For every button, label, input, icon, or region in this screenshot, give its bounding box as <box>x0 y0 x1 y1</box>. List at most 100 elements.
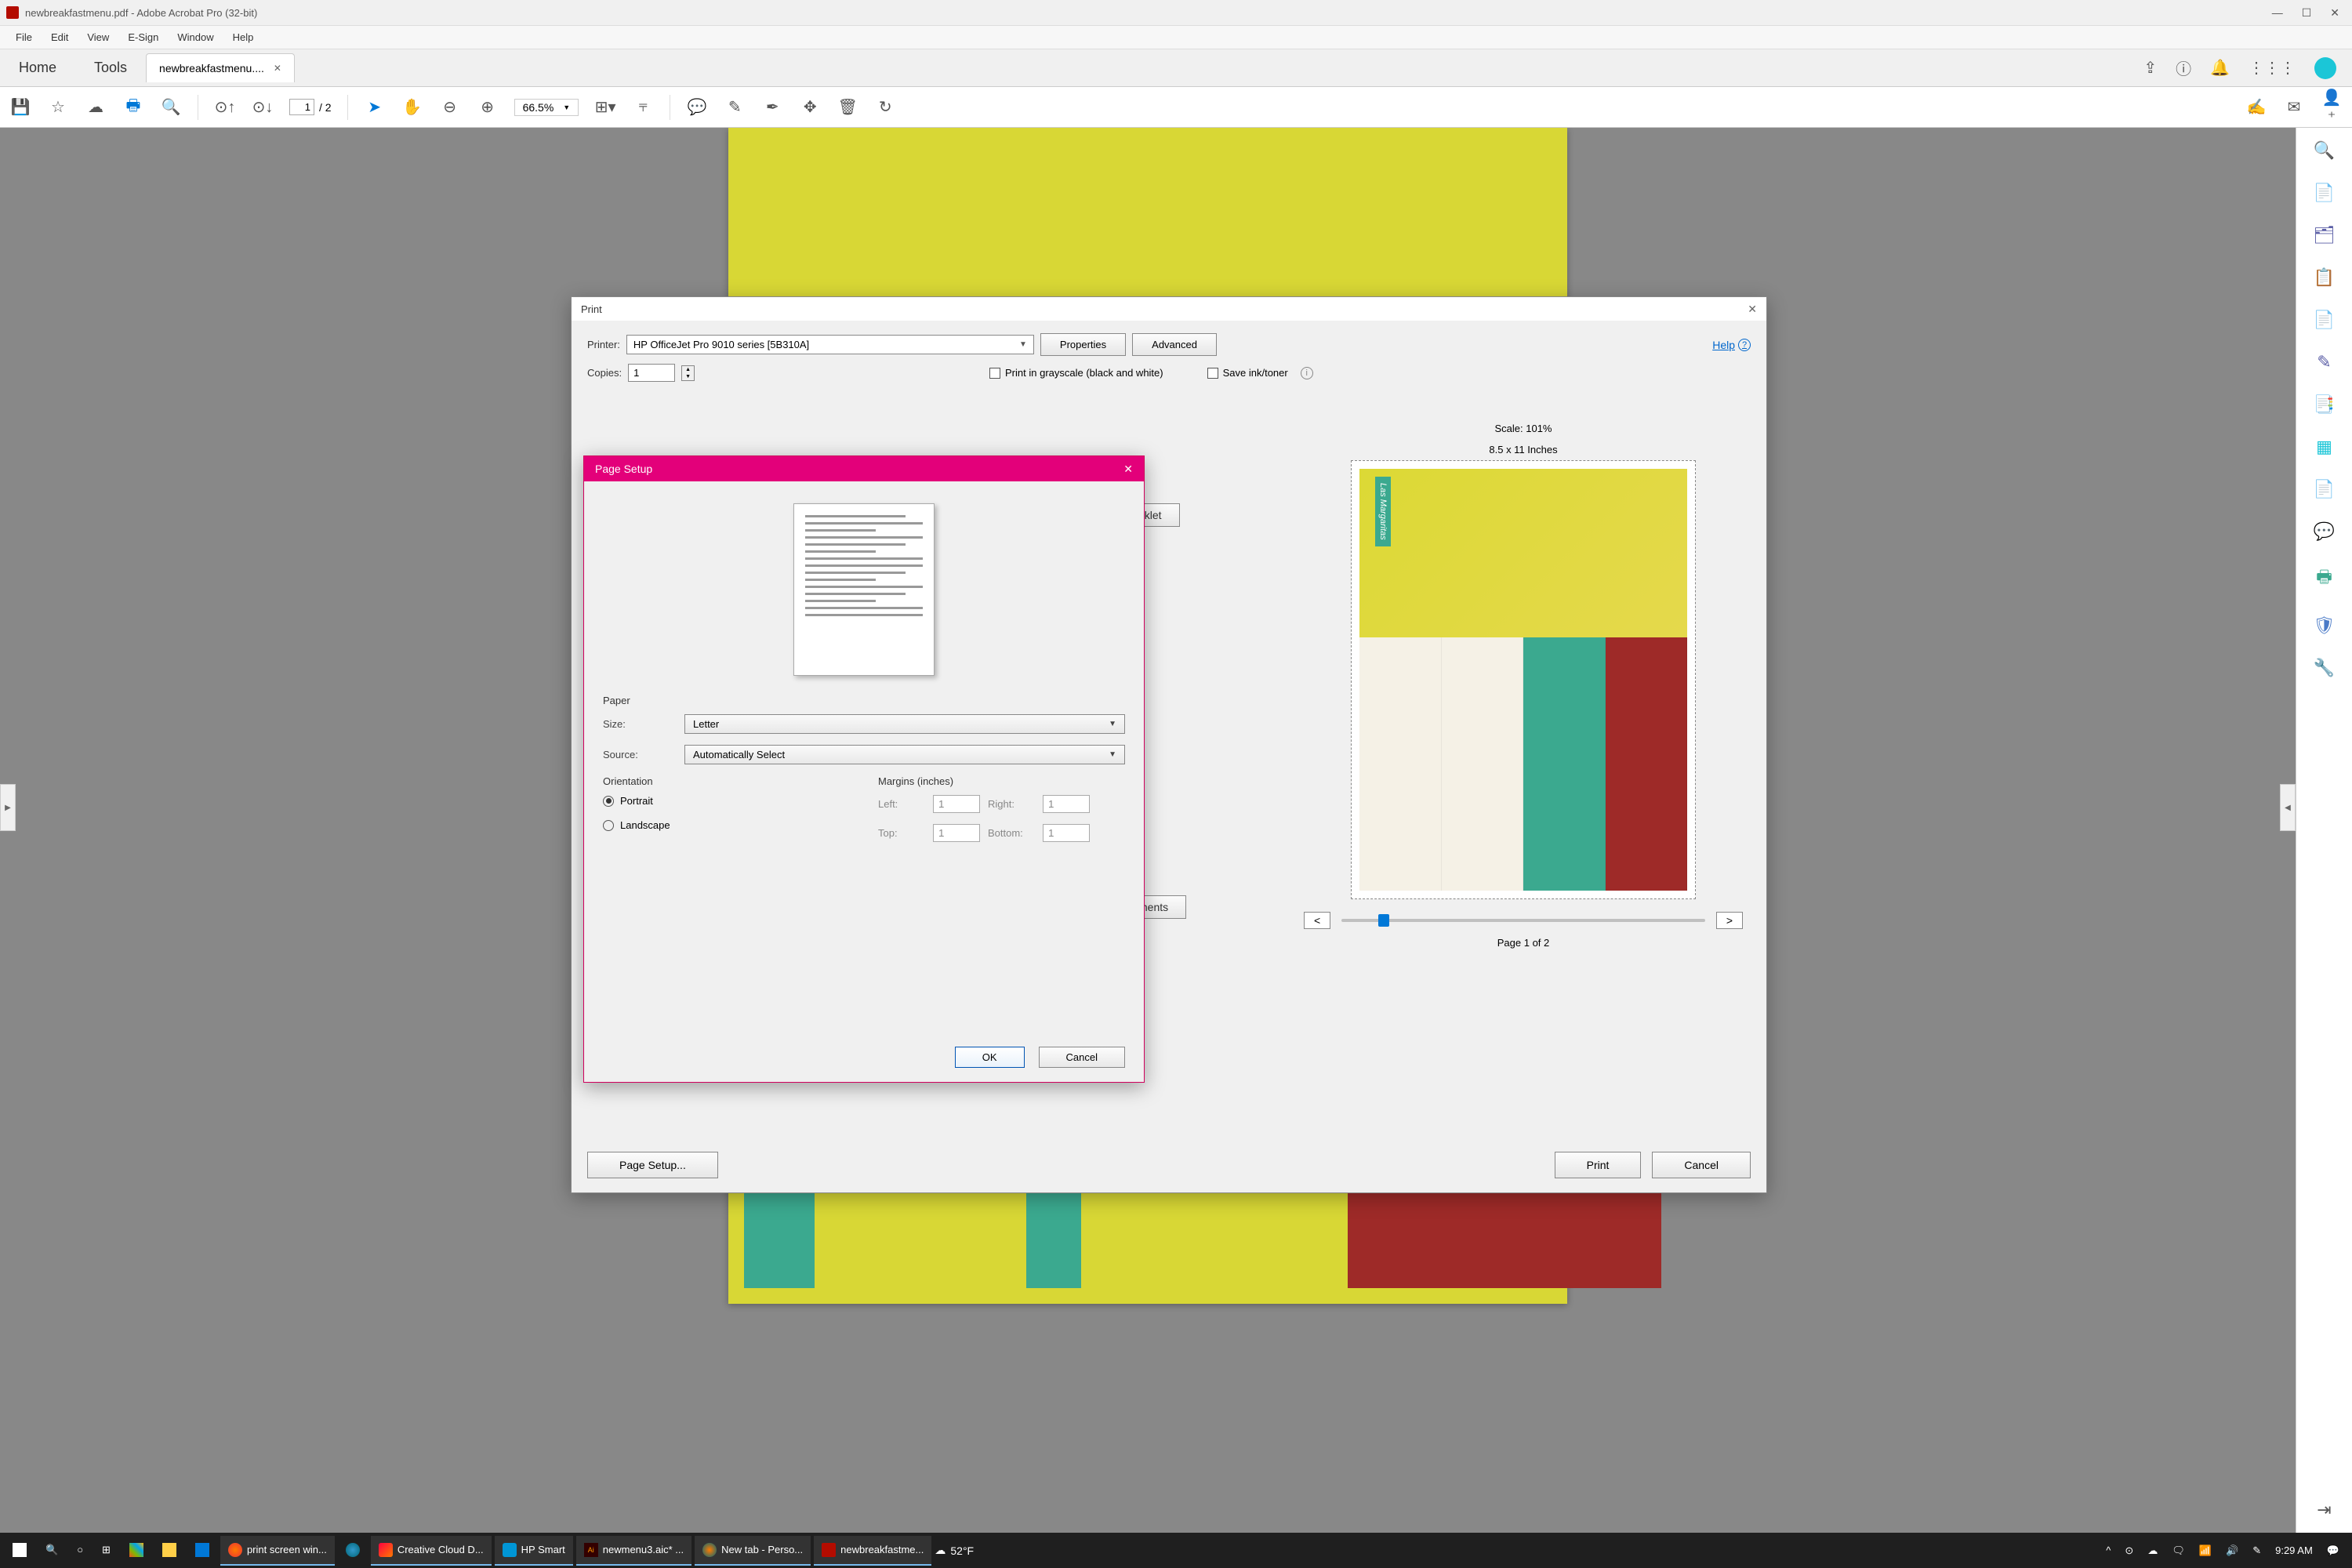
tray-onedrive-icon[interactable]: ☁ <box>2147 1544 2158 1557</box>
print-button[interactable]: Print <box>1555 1152 1642 1178</box>
tray-meet-icon[interactable]: 🗨 <box>2172 1544 2185 1557</box>
print-icon[interactable]: 🖶 <box>122 94 144 121</box>
preview-next-button[interactable]: > <box>1716 912 1743 929</box>
source-dropdown[interactable]: Automatically Select ▼ <box>684 745 1125 764</box>
taskbar-explorer[interactable] <box>154 1536 184 1566</box>
preview-prev-button[interactable]: < <box>1304 912 1330 929</box>
page-down-icon[interactable]: ⊙↓ <box>252 97 274 117</box>
collapse-sidebar-icon[interactable]: ⇥ <box>2317 1500 2331 1520</box>
taskbar-illustrator[interactable]: Ai newmenu3.aic* ... <box>576 1536 691 1566</box>
signature-icon[interactable]: ✍ <box>2245 97 2267 117</box>
tray-location-icon[interactable]: ⊙ <box>2125 1544 2133 1557</box>
properties-button[interactable]: Properties <box>1040 333 1126 356</box>
email-icon[interactable]: ✉ <box>2283 97 2305 117</box>
sign-icon[interactable]: ✒ <box>761 97 783 117</box>
comment-icon[interactable]: 💬 <box>686 97 708 117</box>
info-icon[interactable]: i <box>1301 367 1313 379</box>
hand-icon[interactable]: ✋ <box>401 97 423 117</box>
portrait-radio[interactable]: Portrait <box>603 795 850 807</box>
delete-icon[interactable]: 🗑 <box>837 97 858 117</box>
menu-file[interactable]: File <box>6 28 42 46</box>
advanced-button[interactable]: Advanced <box>1132 333 1217 356</box>
tray-notifications-icon[interactable]: 💬 <box>2327 1544 2339 1557</box>
comment-tool-icon[interactable]: 💬 <box>2314 521 2335 542</box>
task-view-button[interactable]: ⊞ <box>94 1536 118 1566</box>
cortana-button[interactable]: ○ <box>69 1536 91 1566</box>
fit-width-icon[interactable]: ⊞▾ <box>594 97 616 117</box>
save-icon[interactable]: 💾 <box>9 97 31 117</box>
page-up-icon[interactable]: ⊙↑ <box>214 97 236 117</box>
cloud-upload-icon[interactable]: ☁ <box>85 97 107 117</box>
print-dialog-close-icon[interactable]: ✕ <box>1748 303 1757 316</box>
search-icon[interactable]: 🔍 <box>160 97 182 117</box>
tab-document[interactable]: newbreakfastmenu.... ✕ <box>146 53 295 82</box>
sign-tool-icon[interactable]: ✎ <box>2317 352 2331 372</box>
tray-pen-icon[interactable]: ✎ <box>2252 1544 2261 1557</box>
create-pdf-icon[interactable]: 📄 <box>2314 183 2335 203</box>
tray-volume-icon[interactable]: 🔊 <box>2226 1544 2238 1557</box>
taskbar-mail[interactable] <box>187 1536 217 1566</box>
notification-icon[interactable]: 🔔 <box>2210 58 2230 78</box>
pointer-icon[interactable]: ➤ <box>364 97 386 117</box>
help-icon[interactable]: ⓘ <box>2176 56 2191 79</box>
page-input[interactable] <box>289 99 314 115</box>
zoom-in-icon[interactable]: ⊕ <box>477 97 499 117</box>
user-avatar[interactable] <box>2314 57 2336 79</box>
menu-view[interactable]: View <box>78 28 118 46</box>
combine-icon[interactable]: 🗂 <box>2314 225 2336 245</box>
copies-input[interactable] <box>628 364 675 382</box>
page-setup-close-icon[interactable]: ✕ <box>1123 463 1133 476</box>
expand-right-panel[interactable]: ◀ <box>2280 784 2296 831</box>
tab-close-icon[interactable]: ✕ <box>274 63 281 74</box>
page-setup-button[interactable]: Page Setup... <box>587 1152 718 1178</box>
menu-window[interactable]: Window <box>168 28 223 46</box>
printer-dropdown[interactable]: HP OfficeJet Pro 9010 series [5B310A] ▼ <box>626 335 1034 354</box>
minimize-button[interactable]: — <box>2272 6 2283 20</box>
zoom-out-icon[interactable]: ⊖ <box>439 97 461 117</box>
compress-icon[interactable]: 🖶 <box>2316 564 2332 593</box>
menu-esign[interactable]: E-Sign <box>118 28 168 46</box>
copies-spinner[interactable]: ▲▼ <box>681 365 695 381</box>
close-button[interactable]: ✕ <box>2330 6 2339 20</box>
export-icon[interactable]: 📄 <box>2314 310 2335 330</box>
help-link[interactable]: Help ? <box>1712 339 1751 351</box>
share-icon[interactable]: ⇪ <box>2143 58 2157 78</box>
print-cancel-button[interactable]: Cancel <box>1652 1152 1751 1178</box>
edit-pdf-icon[interactable]: 📋 <box>2314 267 2335 288</box>
expand-left-panel[interactable]: ▶ <box>0 784 16 831</box>
shield-icon[interactable]: 🛡 <box>2314 615 2336 636</box>
organize-icon[interactable]: 📑 <box>2314 394 2335 415</box>
margin-left-input[interactable] <box>933 795 980 813</box>
share-people-icon[interactable]: 👤⁺ <box>2321 88 2343 127</box>
tab-tools[interactable]: Tools <box>75 50 146 85</box>
highlight-icon[interactable]: ✎ <box>724 97 746 117</box>
margin-right-input[interactable] <box>1043 795 1090 813</box>
margin-top-input[interactable] <box>933 824 980 842</box>
maximize-button[interactable]: ☐ <box>2302 6 2312 20</box>
search-button[interactable]: 🔍 <box>38 1536 66 1566</box>
taskbar-acrobat[interactable]: newbreakfastme... <box>814 1536 931 1566</box>
redact-icon[interactable]: ▦ <box>2316 437 2332 457</box>
margin-bottom-input[interactable] <box>1043 824 1090 842</box>
grayscale-checkbox[interactable]: Print in grayscale (black and white) <box>989 367 1163 379</box>
taskbar-edge[interactable] <box>338 1536 368 1566</box>
menu-help[interactable]: Help <box>223 28 263 46</box>
taskbar-printscreen[interactable]: print screen win... <box>220 1536 335 1566</box>
landscape-radio[interactable]: Landscape <box>603 819 850 831</box>
start-button[interactable] <box>5 1536 34 1566</box>
size-dropdown[interactable]: Letter ▼ <box>684 714 1125 734</box>
taskbar-hp-smart[interactable]: HP Smart <box>495 1536 573 1566</box>
tray-chevron-icon[interactable]: ^ <box>2106 1544 2111 1556</box>
stamp-icon[interactable]: ✥ <box>799 97 821 117</box>
more-tools-icon[interactable]: 🔧 <box>2314 658 2335 678</box>
tab-home[interactable]: Home <box>0 50 75 85</box>
page-setup-cancel-button[interactable]: Cancel <box>1039 1047 1125 1068</box>
tray-time[interactable]: 9:29 AM <box>2275 1544 2313 1556</box>
zoom-dropdown[interactable]: 66.5% ▼ <box>514 99 579 116</box>
slider-thumb[interactable] <box>1378 914 1389 927</box>
menu-edit[interactable]: Edit <box>42 28 78 46</box>
taskbar-weather[interactable]: ☁ 52°F <box>935 1544 974 1557</box>
taskbar-creative-cloud[interactable]: Creative Cloud D... <box>371 1536 492 1566</box>
taskbar-browser-tab[interactable]: New tab - Perso... <box>695 1536 811 1566</box>
tray-wifi-icon[interactable]: 📶 <box>2199 1544 2212 1557</box>
